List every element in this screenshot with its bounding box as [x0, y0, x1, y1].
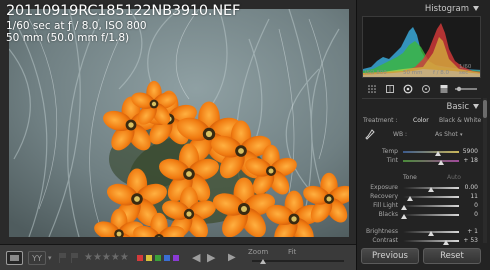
panel-scrollbar[interactable] [483, 98, 487, 243]
photo-filename: 20110919RC185122NB3910.NEF [6, 3, 241, 19]
fill-light-slider-track[interactable] [401, 205, 459, 210]
histogram-title: Histogram [424, 4, 469, 14]
color-label-purple[interactable] [173, 255, 179, 261]
spot-removal-icon[interactable] [403, 84, 413, 94]
exposure-value[interactable]: 0.00 [465, 184, 478, 192]
contrast-slider-thumb[interactable] [442, 240, 449, 245]
treatment-label: Treatment : [363, 117, 398, 124]
color-label-blue[interactable] [164, 255, 170, 261]
develop-tool-strip [361, 81, 482, 97]
blacks-slider-thumb[interactable] [401, 214, 408, 219]
tint-label: Tint [386, 157, 398, 164]
color-label-yellow[interactable] [146, 255, 152, 261]
photo-canvas[interactable]: 20110919RC185122NB3910.NEF 1/60 sec at ƒ… [0, 0, 356, 244]
color-label-green[interactable] [155, 255, 161, 261]
zoom-label: Zoom [248, 248, 269, 256]
blacks-slider-track[interactable] [401, 214, 459, 219]
collapse-triangle-icon[interactable] [473, 104, 479, 109]
fill-light-slider-thumb[interactable] [401, 205, 408, 210]
recovery-slider-track[interactable] [403, 196, 459, 201]
photo-info-overlay: 20110919RC185122NB3910.NEF 1/60 sec at ƒ… [6, 3, 240, 44]
histogram-shutter: 1/60 sec [459, 64, 472, 76]
exposure-slider-thumb[interactable] [428, 187, 434, 192]
recovery-value[interactable]: 11 [470, 193, 478, 201]
flag-reject-icon[interactable] [70, 253, 79, 263]
grid-overlay-icon[interactable] [367, 84, 377, 94]
blacks-value[interactable]: 0 [474, 211, 478, 219]
chevron-down-icon[interactable]: ▾ [460, 131, 463, 139]
graduated-filter-icon[interactable] [439, 84, 449, 94]
histogram-iso: ISO 800 [365, 70, 387, 76]
fill-light-label: Fill Light [373, 202, 398, 209]
red-eye-icon[interactable] [421, 84, 431, 94]
contrast-value[interactable]: + 53 [463, 237, 478, 245]
histogram-header[interactable]: Histogram [357, 2, 483, 16]
basic-header[interactable]: Basic [357, 100, 483, 114]
contrast-label: Contrast [372, 237, 398, 244]
temp-slider-track[interactable] [403, 151, 459, 156]
fill-light-value[interactable]: 0 [474, 202, 478, 210]
blacks-label: Blacks [378, 211, 398, 218]
zoom-slider-thumb[interactable] [260, 259, 267, 264]
brightness-value[interactable]: + 1 [467, 228, 478, 236]
eyedropper-icon[interactable] [365, 129, 375, 141]
develop-right-panel: Histogram ISO 800 50 mm f / 8.0 1/60 sec… [356, 0, 490, 270]
adjustment-brush-icon[interactable] [453, 84, 479, 94]
loupe-view-icon[interactable] [6, 251, 23, 265]
tint-slider-thumb[interactable] [438, 160, 445, 165]
bottom-toolbar: YY ▾ ★★★★★ ◀ ▶ ▶ Zoom Fit [0, 244, 356, 270]
color-label-red[interactable] [137, 255, 143, 261]
before-after-button[interactable]: YY [28, 251, 46, 265]
photo-exposure-info: 1/60 sec at ƒ / 8.0, ISO 800 [6, 20, 147, 32]
temp-label: Temp [382, 148, 398, 155]
recovery-slider-thumb[interactable] [406, 196, 413, 201]
temp-value[interactable]: 5900 [463, 148, 478, 156]
basic-title: Basic [446, 102, 469, 112]
photo-lens-info: 50 mm (50.0 mm f/1.8) [6, 32, 130, 44]
auto-tone-button[interactable]: Auto [447, 174, 461, 182]
brightness-label: Brightness [366, 228, 398, 235]
tint-slider-track[interactable] [403, 160, 459, 165]
brightness-slider-thumb[interactable] [428, 231, 434, 236]
reset-button[interactable]: Reset [423, 248, 481, 264]
play-slideshow-icon[interactable]: ▶ [228, 251, 236, 265]
collapse-triangle-icon[interactable] [473, 6, 479, 11]
treatment-color[interactable]: Color [413, 117, 429, 125]
histogram-aperture: f / 8.0 [433, 70, 450, 76]
divider [362, 98, 481, 99]
flag-pick-icon[interactable] [58, 253, 67, 263]
exposure-slider-track[interactable] [403, 187, 459, 192]
exposure-label: Exposure [370, 184, 398, 191]
temp-slider-thumb[interactable] [434, 151, 441, 156]
tint-value[interactable]: + 18 [463, 157, 478, 165]
brightness-slider-track[interactable] [403, 231, 459, 236]
tone-label: Tone [403, 174, 417, 181]
treatment-black-white[interactable]: Black & White [439, 117, 481, 125]
previous-button[interactable]: Previous [361, 248, 419, 264]
star-rating[interactable]: ★★★★★ [84, 251, 129, 265]
contrast-slider-track[interactable] [403, 240, 459, 245]
wb-select[interactable]: As Shot [435, 131, 458, 139]
histogram-focal: 50 mm [403, 70, 423, 76]
chevron-down-icon[interactable]: ▾ [48, 251, 52, 265]
panel-scrollbar-thumb[interactable] [483, 100, 487, 118]
recovery-label: Recovery [370, 193, 398, 200]
histogram-graph: ISO 800 50 mm f / 8.0 1/60 sec [362, 16, 481, 78]
zoom-fit-label: Fit [288, 248, 297, 256]
wb-label: WB : [393, 131, 407, 138]
crop-overlay-icon[interactable] [385, 84, 395, 94]
previous-photo-icon[interactable]: ◀ [192, 251, 200, 265]
next-photo-icon[interactable]: ▶ [207, 251, 215, 265]
